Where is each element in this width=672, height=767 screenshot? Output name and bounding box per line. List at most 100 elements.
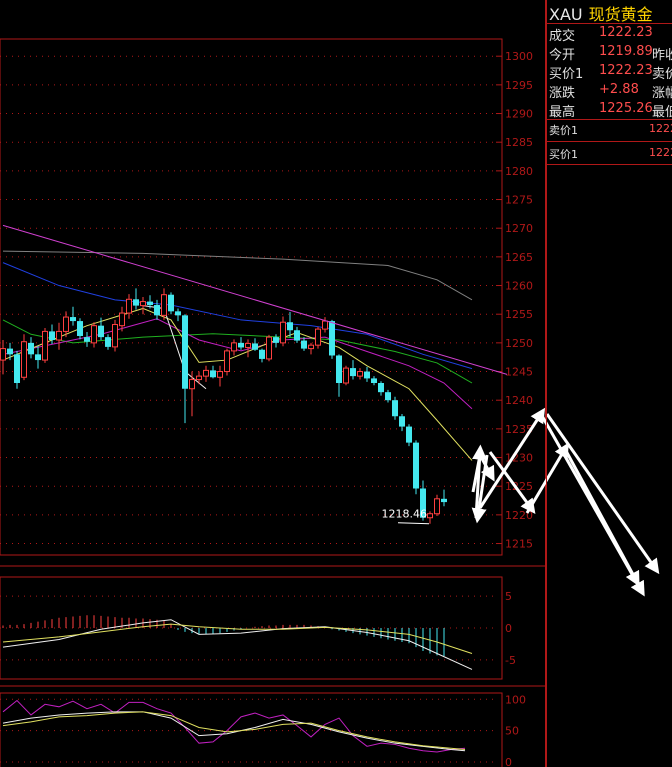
divider: [547, 141, 672, 142]
candle-body: [245, 342, 251, 348]
candle-body: [364, 371, 370, 379]
candle-body: [28, 342, 34, 355]
y-tick-label: 1245: [505, 366, 533, 379]
y-tick-label: 1270: [505, 222, 533, 235]
candle-body: [14, 354, 20, 383]
candle-body: [294, 330, 300, 341]
candle: [350, 360, 356, 380]
candle: [371, 376, 377, 386]
candle-body: [119, 312, 125, 327]
quote-value: 1222.23: [599, 63, 653, 78]
quote-label: 买价1: [549, 67, 584, 82]
book-label: 买价1: [549, 148, 578, 161]
candle-body: [133, 299, 139, 306]
ma-line-yellow: [2, 307, 473, 461]
candle-body: [168, 294, 174, 312]
candle-body: [336, 355, 342, 383]
candle-body: [392, 400, 398, 417]
candle-body: [98, 325, 104, 338]
candle: [210, 365, 216, 379]
book-row-bid[interactable]: 买价1 1222: [549, 146, 672, 164]
ma-line-gray: [2, 250, 473, 301]
candle: [35, 345, 41, 369]
candle: [441, 489, 447, 507]
candle: [357, 368, 363, 380]
candle-body: [343, 367, 349, 384]
y-tick-label: 1265: [505, 251, 533, 264]
book-label: 卖价1: [549, 124, 578, 137]
candle-body: [182, 315, 188, 389]
price-panel: 1215 1220 1225 1230 1235 1240 1245 1250 1255 1260…: [0, 38, 533, 556]
y-tick-label: 1215: [505, 538, 533, 551]
candle-body: [266, 336, 272, 360]
candle-body: [371, 378, 377, 383]
y-tick-label: 100: [505, 693, 526, 706]
candle-body: [210, 370, 216, 378]
book-row-ask[interactable]: 卖价1 1222: [549, 122, 672, 140]
macd-grid: [0, 595, 496, 661]
low-price-pointer: [397, 522, 430, 525]
y-tick-label: 1240: [505, 394, 533, 407]
quote-label: 成交: [549, 29, 576, 44]
quote-value: 1219.89: [599, 44, 653, 59]
candle: [28, 337, 34, 359]
candle-body: [56, 330, 62, 341]
candle: [315, 326, 321, 349]
divider: [547, 119, 672, 120]
price-annotations: 1218.46: [382, 508, 430, 525]
candle-body: [427, 513, 433, 519]
candle: [161, 288, 167, 320]
candle: [329, 319, 335, 359]
candle-body: [140, 301, 146, 307]
candle-body: [378, 383, 384, 393]
y-tick-label: 1295: [505, 79, 533, 92]
candle-body: [252, 343, 258, 350]
quote-label-2: 卖价: [652, 67, 672, 82]
candle: [392, 396, 398, 420]
candle: [336, 354, 342, 397]
candle-body: [280, 321, 286, 344]
osc-y-axis: 100 50 0: [505, 693, 526, 767]
price-panel-frame: [0, 38, 503, 556]
quote-label-2: 最低: [652, 105, 672, 120]
y-tick-label: 1285: [505, 136, 533, 149]
candle: [77, 318, 83, 340]
candle: [21, 334, 27, 381]
candle-body: [126, 298, 132, 314]
candle: [203, 365, 209, 382]
candle: [133, 288, 139, 310]
candle: [105, 334, 111, 350]
candles: [0, 288, 447, 524]
y-tick-label: 1225: [505, 480, 533, 493]
quote-label-2: 昨收: [652, 48, 672, 63]
y-tick-label: 1300: [505, 50, 533, 63]
book-value: 1222: [649, 146, 672, 159]
candle-body: [287, 322, 293, 331]
candle: [175, 308, 181, 322]
candle-body: [413, 442, 419, 489]
candle: [434, 494, 440, 517]
candle: [154, 299, 160, 320]
candle: [0, 340, 6, 375]
macd-panel: 5 0 -5: [0, 576, 516, 680]
osc-grid: [0, 698, 496, 763]
candle-body: [77, 321, 83, 336]
symbol-code: XAU: [549, 5, 583, 24]
quote-label: 今开: [549, 48, 576, 63]
divider: [547, 164, 672, 165]
y-tick-label: 1290: [505, 108, 533, 121]
y-tick-label: 1275: [505, 194, 533, 207]
y-tick-label: 1235: [505, 423, 533, 436]
candle: [126, 294, 132, 319]
candle: [343, 365, 349, 386]
candle-body: [301, 340, 307, 349]
candle-body: [35, 354, 41, 361]
candle: [413, 440, 419, 495]
y-tick-label: -5: [505, 654, 516, 667]
candle-body: [224, 350, 230, 373]
candle-body: [238, 342, 244, 348]
osc-panel: 100 50 0: [0, 692, 526, 767]
candle-body: [196, 375, 202, 381]
quote-header: XAU 现货黄金: [549, 1, 653, 24]
candle-body: [63, 316, 69, 332]
